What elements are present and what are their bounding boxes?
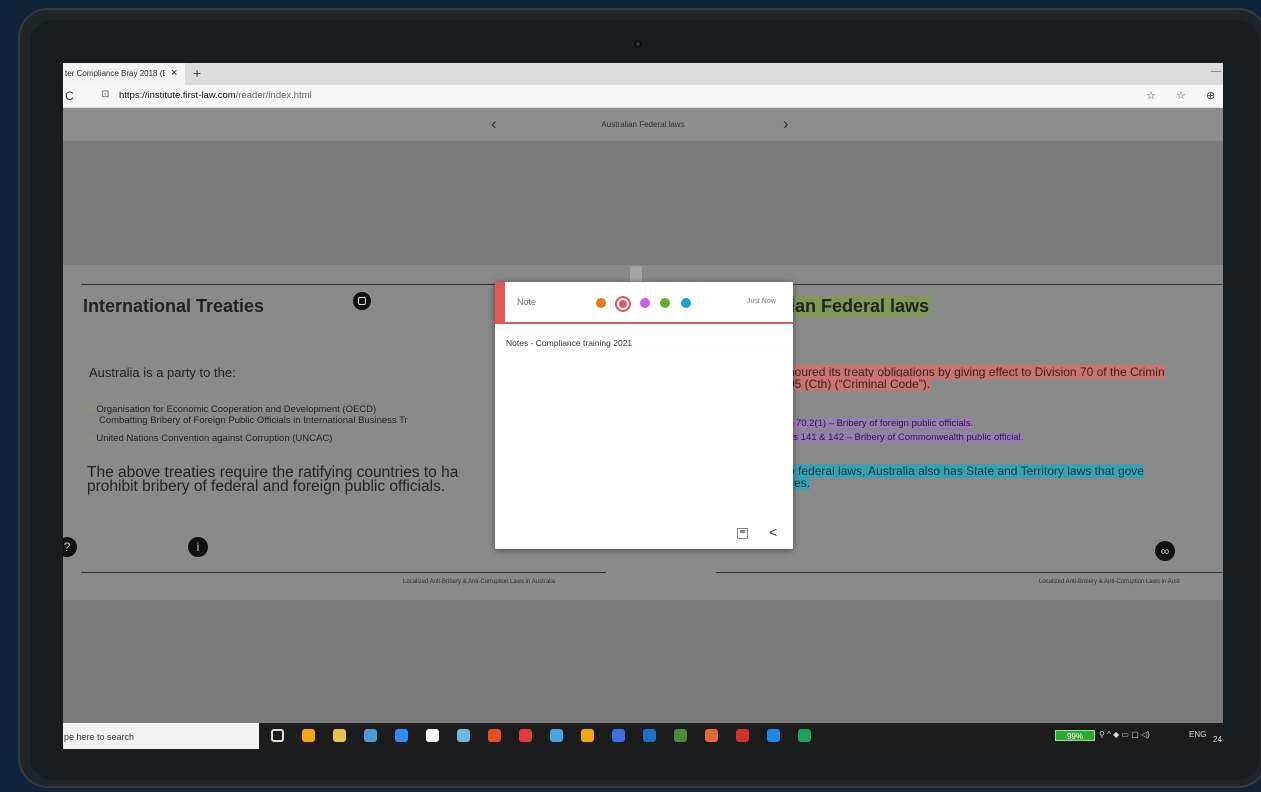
camera <box>634 40 642 48</box>
tab-bar: ter Compliance Bray 2018 (E × + — <box>63 63 1223 85</box>
taskbar-app-icon[interactable] <box>767 729 780 742</box>
red-highlight: noured its treaty obligations by giving … <box>788 365 1165 391</box>
color-orange-swatch[interactable] <box>596 298 606 308</box>
bullet-item-continued: Combatting Bribery of Foreign Public Off… <box>99 415 408 426</box>
battery-indicator[interactable]: 99% <box>1055 730 1095 741</box>
clock[interactable]: 24 <box>1213 735 1222 744</box>
new-tab-button[interactable]: + <box>193 65 201 81</box>
note-header: Note Just Now <box>495 282 793 324</box>
purple-highlight: n 70.2(1) – Bribery of foreign public of… <box>788 418 1024 443</box>
taskbar-app-icon[interactable] <box>395 729 408 742</box>
reader-header: ‹ Australian Federal laws › <box>63 108 1223 141</box>
link-icon[interactable]: ∞ <box>1155 541 1175 561</box>
info-icon[interactable]: i <box>188 537 208 557</box>
reload-icon[interactable]: C <box>65 89 74 103</box>
collections-icon[interactable]: ⊕ <box>1206 89 1215 102</box>
left-body-text: The above treaties require the ratifying… <box>87 464 459 495</box>
next-page-button[interactable]: › <box>783 114 789 134</box>
color-green-swatch[interactable] <box>660 298 670 308</box>
cyan-highlight: o federal laws, Australia also has State… <box>788 464 1144 490</box>
previous-page-button[interactable]: ‹ <box>491 114 497 134</box>
taskbar-app-icon[interactable] <box>519 729 532 742</box>
right-footer: Localized Anti-Bribery & Anti-Corruption… <box>1039 579 1180 585</box>
read-aloud-icon[interactable]: ☆ <box>1146 89 1156 102</box>
note-label: Note <box>517 297 537 307</box>
url-domain: https://institute.first-law.com <box>119 90 236 101</box>
browser-tab[interactable]: ter Compliance Bray 2018 (E × <box>63 63 185 85</box>
taskbar-app-icon[interactable] <box>550 729 563 742</box>
color-purple-swatch[interactable] <box>640 298 650 308</box>
favorites-icon[interactable]: ☆ <box>1176 89 1186 102</box>
taskbar-app-icon[interactable] <box>488 729 501 742</box>
tab-title: ter Compliance Bray 2018 (E <box>65 69 165 78</box>
taskbar-app-icon[interactable] <box>612 729 625 742</box>
save-icon[interactable] <box>737 528 748 539</box>
note-textarea[interactable]: Notes - Compliance training 2021 <box>506 338 632 348</box>
taskbar-app-icon[interactable] <box>302 729 315 742</box>
taskbar: pe here to search 99% ⚲ ^ ◆ ▭ ▢ ◁) ENG 2… <box>63 723 1223 749</box>
minimize-button[interactable]: — <box>1211 66 1221 77</box>
bookmark-pin[interactable] <box>630 266 642 282</box>
search-placeholder: pe here to search <box>64 732 135 742</box>
taskbar-app-icon[interactable] <box>426 729 439 742</box>
note-color-bar <box>495 282 505 322</box>
screen: ter Compliance Bray 2018 (E × + — C ⊡ ht… <box>63 63 1223 749</box>
taskbar-app-icon[interactable] <box>643 729 656 742</box>
right-page-heading: ian Federal laws <box>788 296 932 317</box>
taskbar-app-icon[interactable] <box>581 729 594 742</box>
share-icon[interactable]: < <box>769 524 777 540</box>
color-red-swatch-selected[interactable] <box>615 296 631 312</box>
bullet-item: • Organisation for Economic Cooperation a… <box>89 404 377 415</box>
color-blue-swatch[interactable] <box>681 298 691 308</box>
reader-title: Australian Federal laws <box>601 120 685 129</box>
bullet-item: • United Nations Convention against Corru… <box>89 433 333 444</box>
note-popup: Note Just Now Notes - Compliance trainin… <box>495 282 793 549</box>
taskbar-search[interactable]: pe here to search <box>63 723 259 749</box>
left-intro: Australia is a party to the: <box>89 365 236 380</box>
taskbar-app-icon[interactable] <box>674 729 687 742</box>
note-timestamp: Just Now <box>747 298 776 305</box>
taskbar-app-icon[interactable] <box>457 729 470 742</box>
url-path: /reader/index.html <box>235 90 312 101</box>
taskbar-app-icon[interactable] <box>705 729 718 742</box>
right-footer-rule <box>716 572 1223 573</box>
url-field[interactable]: https://institute.first-law.com/reader/i… <box>119 90 312 101</box>
tray-icons[interactable]: ⚲ ^ ◆ ▭ ▢ ◁) <box>1099 730 1150 739</box>
address-bar: C ⊡ https://institute.first-law.com/read… <box>63 85 1223 108</box>
taskbar-app-icon[interactable] <box>333 729 346 742</box>
taskbar-app-icon[interactable] <box>271 729 284 742</box>
left-footer-rule <box>81 572 606 573</box>
language-indicator[interactable]: ENG <box>1189 730 1206 739</box>
lock-icon[interactable]: ⊡ <box>101 89 109 100</box>
taskbar-app-icon[interactable] <box>736 729 749 742</box>
left-footer: Localized Anti-Bribery & Anti-Corruption… <box>403 579 556 585</box>
taskbar-app-icon[interactable] <box>798 729 811 742</box>
note-icon[interactable] <box>353 292 371 310</box>
close-tab-icon[interactable]: × <box>171 67 177 79</box>
left-page-heading: International Treaties <box>83 296 265 316</box>
taskbar-app-icon[interactable] <box>364 729 377 742</box>
